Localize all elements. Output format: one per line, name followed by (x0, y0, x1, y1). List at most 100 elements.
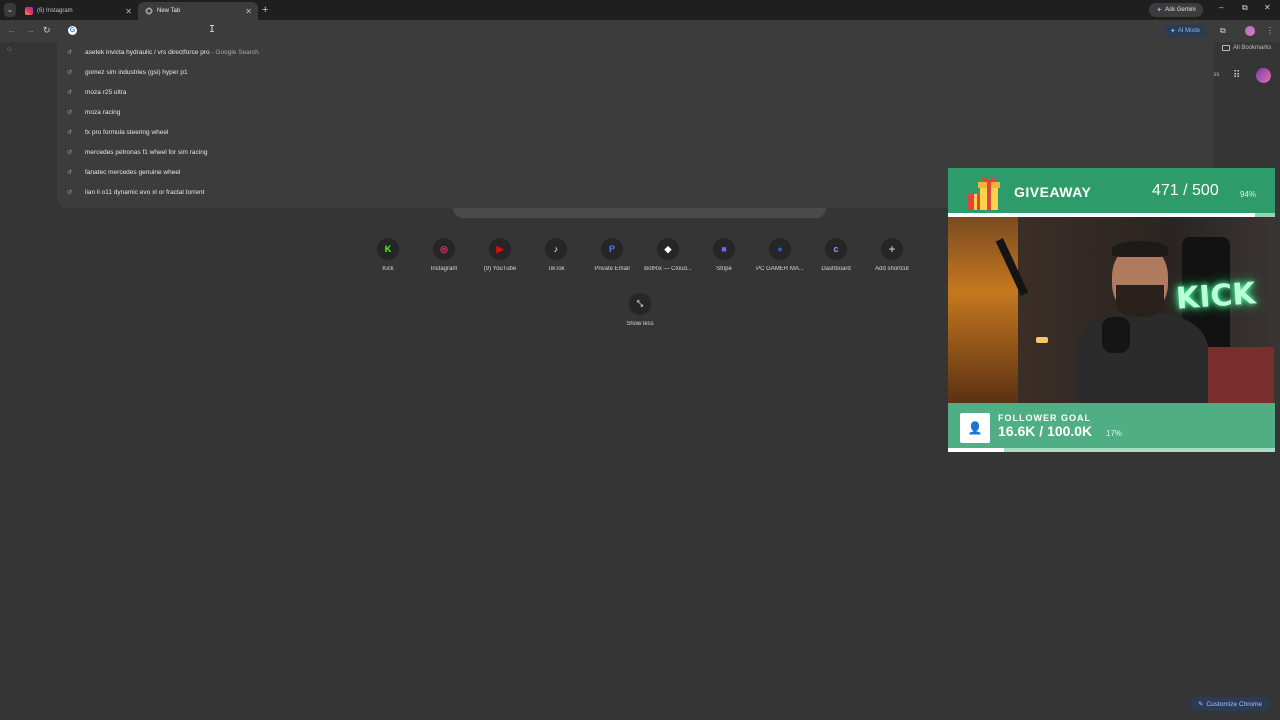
suggestion-suffix: - Google Search (209, 48, 259, 56)
giveaway-title: GIVEAWAY (1014, 184, 1092, 200)
collapse-icon: ⤡ (629, 293, 651, 315)
history-icon: ↺ (67, 169, 73, 176)
shortcut-label: Private Email (594, 266, 630, 272)
google-apps-icon[interactable]: ⠿ (1233, 70, 1240, 81)
shelf (1204, 347, 1274, 403)
suggestion-text: moza racing (85, 108, 121, 116)
shortcut-instagram[interactable]: ◎ Instagram (416, 238, 472, 272)
shortcut-label: TikTok (547, 266, 565, 272)
shortcut-label: Kick (382, 266, 394, 272)
ai-mode-label: AI Mode (1177, 28, 1201, 34)
gift-icon (968, 176, 1000, 210)
ask-gemini-button[interactable]: ✦ Ask Gemini (1149, 3, 1203, 17)
shortcut-kick[interactable]: K Kick (360, 238, 416, 272)
shortcut-label: Add shortcut (875, 266, 909, 272)
forward-icon[interactable]: → (26, 25, 35, 35)
botrix-icon: ◆ (657, 238, 679, 260)
window-close-icon[interactable]: ✕ (1264, 3, 1271, 12)
close-icon[interactable]: ✕ (245, 7, 252, 16)
suggestion-text: moza r25 ultra (85, 88, 127, 96)
pencil-icon: ✎ (1197, 701, 1204, 708)
shortcut-pc-gamer[interactable]: ● PC GAMER MA... (752, 238, 808, 272)
suggestion-text: fanatec mercedes genuine wheel (85, 168, 181, 176)
tab-title: New Tab (157, 8, 181, 14)
instagram-icon: ◎ (433, 238, 455, 260)
history-icon: ↺ (67, 69, 73, 76)
suggestion-item[interactable]: ↺ moza racing (57, 102, 1214, 122)
profile-avatar-icon[interactable] (1245, 26, 1255, 36)
history-icon: ↺ (67, 109, 73, 116)
private-email-icon: P (601, 238, 623, 260)
tab-search-icon[interactable]: ⌄ (4, 3, 16, 17)
suggestion-text: mercedes petronas f1 wheel for sim racin… (85, 148, 208, 156)
new-tab-button[interactable]: + (262, 3, 268, 17)
streamer-beard (1116, 285, 1164, 317)
shortcut-botrix[interactable]: ◆ BotRix — Cloud... (640, 238, 696, 272)
show-less-button[interactable]: ⤡ Show less (612, 293, 668, 327)
all-bookmarks-button[interactable]: All Bookmarks (1222, 45, 1271, 51)
shortcut-youtube[interactable]: ▶ (9) YouTube (472, 238, 528, 272)
shortcut-private-email[interactable]: P Private Email (584, 238, 640, 272)
giveaway-count: 471 / 500 (1152, 182, 1219, 199)
streamer-hand (1102, 317, 1130, 353)
plus-icon: + (881, 238, 903, 260)
stream-overlay: GIVEAWAY 471 / 500 94% KICK 👤 FOLLOWER G… (948, 168, 1275, 452)
shortcut-dashboard[interactable]: c Dashboard (808, 238, 864, 272)
history-icon: ↺ (67, 149, 73, 156)
ai-mode-button[interactable]: ✦ AI Mode (1164, 25, 1206, 37)
toolbar: ← → ↻ (0, 20, 1280, 42)
chrome-icon (145, 7, 153, 15)
streamer-body (1076, 313, 1208, 403)
suggestion-text: fx pro formula steering wheel (85, 128, 169, 136)
folder-icon (1222, 45, 1230, 51)
suggestion-text: gomez sim industries (gsi) hyper p1 (85, 68, 188, 76)
suggestion-item[interactable]: ↺ fx pro formula steering wheel (57, 122, 1214, 142)
history-icon: ↺ (67, 189, 73, 196)
text-cursor-icon: I (209, 24, 216, 35)
suggestion-item[interactable]: ↺ asetek invicta hydraulic / vrs directf… (57, 42, 1214, 62)
shortcut-label: Dashboard (821, 266, 851, 272)
follower-goal-percent: 17% (1106, 429, 1123, 438)
apps-grid-icon[interactable]: ⁘ (6, 45, 13, 54)
all-bookmarks-label: All Bookmarks (1233, 45, 1272, 51)
close-icon[interactable]: ✕ (125, 7, 132, 16)
shortcut-label: Instagram (430, 266, 458, 272)
streamer (1076, 241, 1208, 403)
dashboard-icon: c (825, 238, 847, 260)
giveaway-bar: GIVEAWAY 471 / 500 94% (948, 168, 1275, 217)
shortcut-label: (9) YouTube (483, 266, 517, 272)
suggestion-text: asetek invicta hydraulic / vrs directfor… (85, 48, 210, 56)
account-avatar[interactable] (1256, 68, 1271, 83)
back-icon[interactable]: ← (7, 25, 16, 35)
reload-icon[interactable]: ↻ (43, 25, 51, 36)
restore-icon[interactable]: ⧉ (1242, 3, 1248, 13)
minimize-icon[interactable]: – (1219, 3, 1223, 12)
customize-chrome-button[interactable]: ✎ Customize Chrome (1190, 697, 1270, 711)
tiktok-icon: ♪ (545, 238, 567, 260)
shortcut-label: Stripe (716, 266, 732, 272)
suggestion-item[interactable]: ↺ mercedes petronas f1 wheel for sim rac… (57, 142, 1214, 162)
instagram-icon (25, 7, 33, 15)
tab-title: (6) Instagram (37, 8, 73, 14)
giveaway-percent: 94% (1240, 190, 1257, 199)
tab-new-tab[interactable]: New Tab ✕ (138, 2, 258, 20)
shortcut-stripe[interactable]: ■ Stripe (696, 238, 752, 272)
menu-kebab-icon[interactable]: ⋮ (1266, 26, 1274, 35)
tab-instagram[interactable]: (6) Instagram ✕ (18, 2, 138, 20)
pc-gamer-icon: ● (769, 238, 791, 260)
follower-goal-title: FOLLOWER GOAL (998, 413, 1091, 423)
shortcut-tiktok[interactable]: ♪ TikTok (528, 238, 584, 272)
follower-goal-count: 16.6K / 100.0K (998, 423, 1093, 439)
webcam-feed: KICK (948, 217, 1275, 403)
youtube-icon: ▶ (489, 238, 511, 260)
extensions-icon[interactable]: ⧉ (1220, 26, 1226, 36)
stripe-icon: ■ (713, 238, 735, 260)
history-icon: ↺ (67, 89, 73, 96)
ai-mode-icon: ✦ (1169, 28, 1176, 35)
suggestion-item[interactable]: ↺ moza r25 ultra (57, 82, 1214, 102)
user-icon: 👤 (960, 413, 990, 443)
follower-goal-bar: 👤 FOLLOWER GOAL 16.6K / 100.0K 17% (948, 403, 1275, 452)
suggestion-text: lian li o11 dynamic evo xl or fractal to… (85, 188, 205, 196)
add-shortcut-button[interactable]: + Add shortcut (864, 238, 920, 272)
suggestion-item[interactable]: ↺ gomez sim industries (gsi) hyper p1 (57, 62, 1214, 82)
